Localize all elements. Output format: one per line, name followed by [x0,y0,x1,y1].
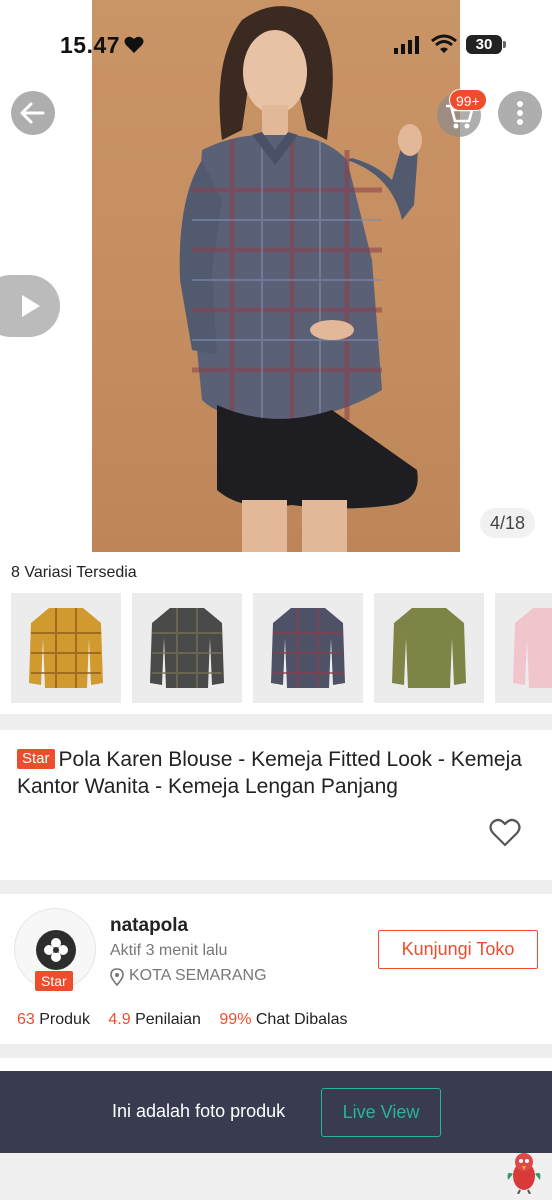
more-options-button[interactable] [498,91,542,135]
stat-products: 63 Produk [17,1011,90,1028]
location-pin-icon [110,968,124,986]
variant-thumb[interactable] [11,593,121,703]
shop-star-badge: Star [35,971,73,991]
heart-icon [124,36,144,53]
variant-list[interactable] [11,593,552,703]
variant-thumb[interactable] [253,593,363,703]
stat-chat-reply: 99% Chat Dibalas [219,1011,348,1028]
shop-name[interactable]: natapola [110,915,188,937]
image-counter: 4/18 [480,508,536,538]
variant-thumb[interactable] [132,593,242,703]
variant-shirt-image [392,608,466,688]
signal-icon [394,36,419,54]
variant-shirt-image [150,608,224,688]
variant-thumb[interactable] [495,593,552,703]
video-play-button[interactable] [0,275,60,337]
variant-shirt-image [271,608,345,688]
banner-text: Ini adalah foto produk [112,1101,286,1121]
shop-flower-icon [44,938,68,962]
section-divider [0,880,552,894]
mascot-icon[interactable] [504,1148,544,1194]
product-title: Star Pola Karen Blouse - Kemeja Fitted Lo… [17,746,537,800]
shop-active-status: Aktif 3 menit lalu [110,942,228,959]
variant-thumb[interactable] [374,593,484,703]
more-vertical-icon [517,101,523,125]
status-time: 15.47 [60,32,121,58]
favorite-heart-icon[interactable] [489,818,521,848]
shop-logo [36,930,76,970]
product-gallery[interactable]: 15.47 30 99+ 4/18 [0,0,552,552]
variants-title: 8 Variasi Tersedia [11,564,137,581]
section-divider [0,1044,552,1058]
stat-rating: 4.9 Penilaian [108,1011,201,1028]
star-badge: Star [17,749,55,769]
product-detail-page: 15.47 30 99+ 4/18 8 Variasi Tersedia Sta… [0,0,552,1200]
status-bar: 15.47 30 [0,0,552,90]
variant-shirt-image [29,608,103,688]
back-arrow-icon [20,102,45,124]
back-button[interactable] [11,91,55,135]
play-icon [22,295,40,317]
wifi-icon [431,34,457,53]
section-divider [0,714,552,730]
live-view-button[interactable]: Live View [321,1088,441,1137]
shop-location: KOTA SEMARANG [129,967,267,984]
shop-stats: 63 Produk 4.9 Penilaian 99% Chat Dibalas [17,1011,361,1029]
battery-tip [503,41,506,48]
cart-count-badge: 99+ [449,89,487,111]
battery-indicator: 30 [466,35,502,54]
bottom-area [0,1153,552,1200]
live-view-banner: Ini adalah foto produk Live View [0,1071,552,1153]
product-title-text: Pola Karen Blouse - Kemeja Fitted Look -… [17,748,522,798]
variant-shirt-image [513,608,552,688]
visit-shop-button[interactable]: Kunjungi Toko [378,930,538,969]
